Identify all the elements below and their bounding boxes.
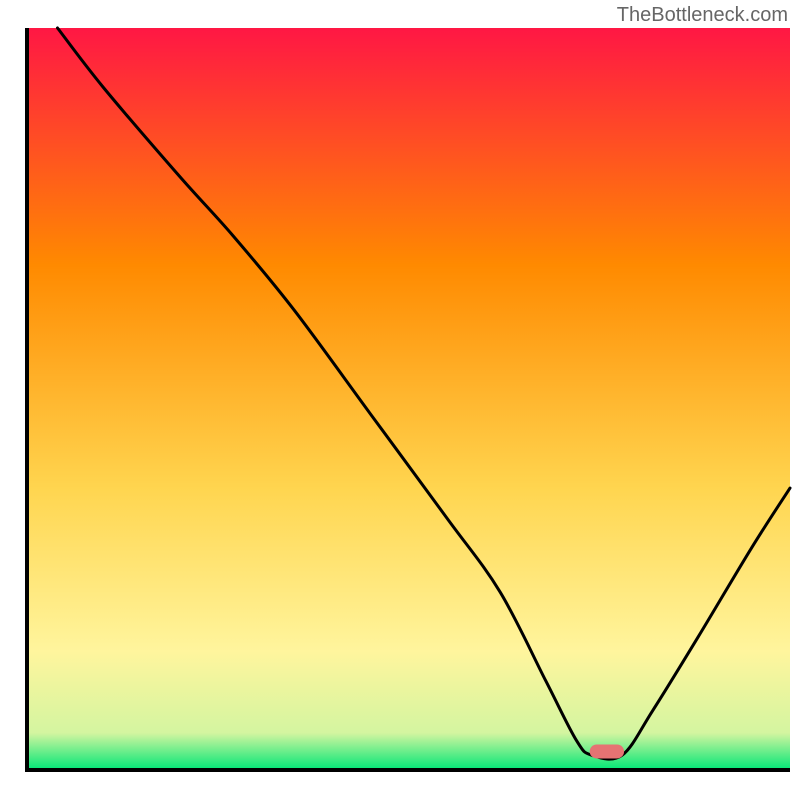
bottleneck-chart	[0, 0, 800, 800]
optimal-marker	[590, 744, 624, 758]
chart-container: { "watermark": "TheBottleneck.com", "cha…	[0, 0, 800, 800]
watermark: TheBottleneck.com	[617, 4, 788, 27]
plot-background	[27, 28, 790, 770]
